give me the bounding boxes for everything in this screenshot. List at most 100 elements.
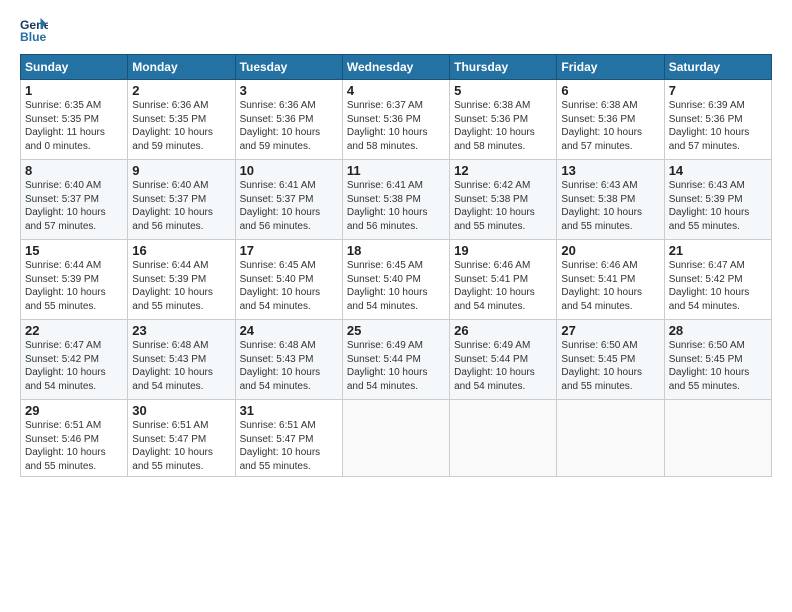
day-info: Sunrise: 6:39 AM Sunset: 5:36 PM Dayligh…	[669, 99, 767, 153]
day-info: Sunrise: 6:47 AM Sunset: 5:42 PM Dayligh…	[25, 339, 123, 393]
calendar-cell: 12 Sunrise: 6:42 AM Sunset: 5:38 PM Dayl…	[450, 160, 557, 240]
svg-text:Blue: Blue	[20, 30, 47, 44]
day-info: Sunrise: 6:40 AM Sunset: 5:37 PM Dayligh…	[25, 179, 123, 233]
day-info: Sunrise: 6:48 AM Sunset: 5:43 PM Dayligh…	[132, 339, 230, 393]
weekday-header-thursday: Thursday	[450, 55, 557, 80]
day-info: Sunrise: 6:43 AM Sunset: 5:39 PM Dayligh…	[669, 179, 767, 233]
day-info: Sunrise: 6:44 AM Sunset: 5:39 PM Dayligh…	[25, 259, 123, 313]
day-info: Sunrise: 6:41 AM Sunset: 5:37 PM Dayligh…	[240, 179, 338, 233]
day-number: 22	[25, 323, 123, 338]
day-number: 28	[669, 323, 767, 338]
calendar-cell: 20 Sunrise: 6:46 AM Sunset: 5:41 PM Dayl…	[557, 240, 664, 320]
calendar-cell: 31 Sunrise: 6:51 AM Sunset: 5:47 PM Dayl…	[235, 400, 342, 477]
calendar-week-row: 8 Sunrise: 6:40 AM Sunset: 5:37 PM Dayli…	[21, 160, 772, 240]
day-number: 21	[669, 243, 767, 258]
calendar-cell	[664, 400, 771, 477]
calendar-header-row: SundayMondayTuesdayWednesdayThursdayFrid…	[21, 55, 772, 80]
day-number: 5	[454, 83, 552, 98]
calendar-cell: 30 Sunrise: 6:51 AM Sunset: 5:47 PM Dayl…	[128, 400, 235, 477]
logo-icon: General Blue	[20, 16, 48, 44]
day-info: Sunrise: 6:38 AM Sunset: 5:36 PM Dayligh…	[454, 99, 552, 153]
calendar-cell: 27 Sunrise: 6:50 AM Sunset: 5:45 PM Dayl…	[557, 320, 664, 400]
calendar-cell: 28 Sunrise: 6:50 AM Sunset: 5:45 PM Dayl…	[664, 320, 771, 400]
calendar-cell	[557, 400, 664, 477]
day-number: 23	[132, 323, 230, 338]
day-number: 18	[347, 243, 445, 258]
calendar-cell: 9 Sunrise: 6:40 AM Sunset: 5:37 PM Dayli…	[128, 160, 235, 240]
calendar-cell: 2 Sunrise: 6:36 AM Sunset: 5:35 PM Dayli…	[128, 80, 235, 160]
day-info: Sunrise: 6:49 AM Sunset: 5:44 PM Dayligh…	[347, 339, 445, 393]
weekday-header-wednesday: Wednesday	[342, 55, 449, 80]
calendar-cell: 1 Sunrise: 6:35 AM Sunset: 5:35 PM Dayli…	[21, 80, 128, 160]
day-number: 31	[240, 403, 338, 418]
day-info: Sunrise: 6:42 AM Sunset: 5:38 PM Dayligh…	[454, 179, 552, 233]
day-info: Sunrise: 6:41 AM Sunset: 5:38 PM Dayligh…	[347, 179, 445, 233]
day-number: 12	[454, 163, 552, 178]
day-info: Sunrise: 6:50 AM Sunset: 5:45 PM Dayligh…	[669, 339, 767, 393]
day-number: 13	[561, 163, 659, 178]
calendar-cell: 16 Sunrise: 6:44 AM Sunset: 5:39 PM Dayl…	[128, 240, 235, 320]
calendar-cell: 26 Sunrise: 6:49 AM Sunset: 5:44 PM Dayl…	[450, 320, 557, 400]
day-info: Sunrise: 6:45 AM Sunset: 5:40 PM Dayligh…	[240, 259, 338, 313]
calendar-cell: 14 Sunrise: 6:43 AM Sunset: 5:39 PM Dayl…	[664, 160, 771, 240]
day-number: 1	[25, 83, 123, 98]
calendar-cell: 3 Sunrise: 6:36 AM Sunset: 5:36 PM Dayli…	[235, 80, 342, 160]
day-info: Sunrise: 6:38 AM Sunset: 5:36 PM Dayligh…	[561, 99, 659, 153]
calendar-cell: 19 Sunrise: 6:46 AM Sunset: 5:41 PM Dayl…	[450, 240, 557, 320]
calendar-body: 1 Sunrise: 6:35 AM Sunset: 5:35 PM Dayli…	[21, 80, 772, 477]
calendar-cell: 15 Sunrise: 6:44 AM Sunset: 5:39 PM Dayl…	[21, 240, 128, 320]
day-number: 17	[240, 243, 338, 258]
calendar-cell: 25 Sunrise: 6:49 AM Sunset: 5:44 PM Dayl…	[342, 320, 449, 400]
day-number: 16	[132, 243, 230, 258]
day-number: 10	[240, 163, 338, 178]
weekday-header-monday: Monday	[128, 55, 235, 80]
day-number: 8	[25, 163, 123, 178]
day-number: 3	[240, 83, 338, 98]
calendar-cell: 21 Sunrise: 6:47 AM Sunset: 5:42 PM Dayl…	[664, 240, 771, 320]
day-number: 25	[347, 323, 445, 338]
day-info: Sunrise: 6:35 AM Sunset: 5:35 PM Dayligh…	[25, 99, 123, 153]
weekday-header-sunday: Sunday	[21, 55, 128, 80]
calendar-week-row: 1 Sunrise: 6:35 AM Sunset: 5:35 PM Dayli…	[21, 80, 772, 160]
day-info: Sunrise: 6:51 AM Sunset: 5:47 PM Dayligh…	[132, 419, 230, 473]
calendar-table: SundayMondayTuesdayWednesdayThursdayFrid…	[20, 54, 772, 477]
day-info: Sunrise: 6:46 AM Sunset: 5:41 PM Dayligh…	[561, 259, 659, 313]
calendar-cell: 18 Sunrise: 6:45 AM Sunset: 5:40 PM Dayl…	[342, 240, 449, 320]
day-number: 14	[669, 163, 767, 178]
calendar-cell: 5 Sunrise: 6:38 AM Sunset: 5:36 PM Dayli…	[450, 80, 557, 160]
calendar-cell: 23 Sunrise: 6:48 AM Sunset: 5:43 PM Dayl…	[128, 320, 235, 400]
calendar-cell: 24 Sunrise: 6:48 AM Sunset: 5:43 PM Dayl…	[235, 320, 342, 400]
day-info: Sunrise: 6:49 AM Sunset: 5:44 PM Dayligh…	[454, 339, 552, 393]
calendar-cell: 6 Sunrise: 6:38 AM Sunset: 5:36 PM Dayli…	[557, 80, 664, 160]
day-number: 7	[669, 83, 767, 98]
day-number: 6	[561, 83, 659, 98]
day-info: Sunrise: 6:47 AM Sunset: 5:42 PM Dayligh…	[669, 259, 767, 313]
calendar-cell: 11 Sunrise: 6:41 AM Sunset: 5:38 PM Dayl…	[342, 160, 449, 240]
day-number: 15	[25, 243, 123, 258]
day-info: Sunrise: 6:48 AM Sunset: 5:43 PM Dayligh…	[240, 339, 338, 393]
day-info: Sunrise: 6:50 AM Sunset: 5:45 PM Dayligh…	[561, 339, 659, 393]
day-info: Sunrise: 6:36 AM Sunset: 5:35 PM Dayligh…	[132, 99, 230, 153]
calendar-week-row: 29 Sunrise: 6:51 AM Sunset: 5:46 PM Dayl…	[21, 400, 772, 477]
calendar-cell: 7 Sunrise: 6:39 AM Sunset: 5:36 PM Dayli…	[664, 80, 771, 160]
day-info: Sunrise: 6:44 AM Sunset: 5:39 PM Dayligh…	[132, 259, 230, 313]
day-info: Sunrise: 6:51 AM Sunset: 5:46 PM Dayligh…	[25, 419, 123, 473]
calendar-cell	[342, 400, 449, 477]
header: General Blue	[20, 16, 772, 44]
day-number: 26	[454, 323, 552, 338]
weekday-header-tuesday: Tuesday	[235, 55, 342, 80]
day-number: 4	[347, 83, 445, 98]
calendar-cell: 29 Sunrise: 6:51 AM Sunset: 5:46 PM Dayl…	[21, 400, 128, 477]
day-number: 2	[132, 83, 230, 98]
day-number: 20	[561, 243, 659, 258]
calendar-cell: 8 Sunrise: 6:40 AM Sunset: 5:37 PM Dayli…	[21, 160, 128, 240]
weekday-header-friday: Friday	[557, 55, 664, 80]
day-info: Sunrise: 6:43 AM Sunset: 5:38 PM Dayligh…	[561, 179, 659, 233]
day-number: 11	[347, 163, 445, 178]
calendar-week-row: 15 Sunrise: 6:44 AM Sunset: 5:39 PM Dayl…	[21, 240, 772, 320]
day-number: 27	[561, 323, 659, 338]
calendar-cell: 17 Sunrise: 6:45 AM Sunset: 5:40 PM Dayl…	[235, 240, 342, 320]
day-info: Sunrise: 6:51 AM Sunset: 5:47 PM Dayligh…	[240, 419, 338, 473]
day-number: 19	[454, 243, 552, 258]
calendar-cell: 13 Sunrise: 6:43 AM Sunset: 5:38 PM Dayl…	[557, 160, 664, 240]
